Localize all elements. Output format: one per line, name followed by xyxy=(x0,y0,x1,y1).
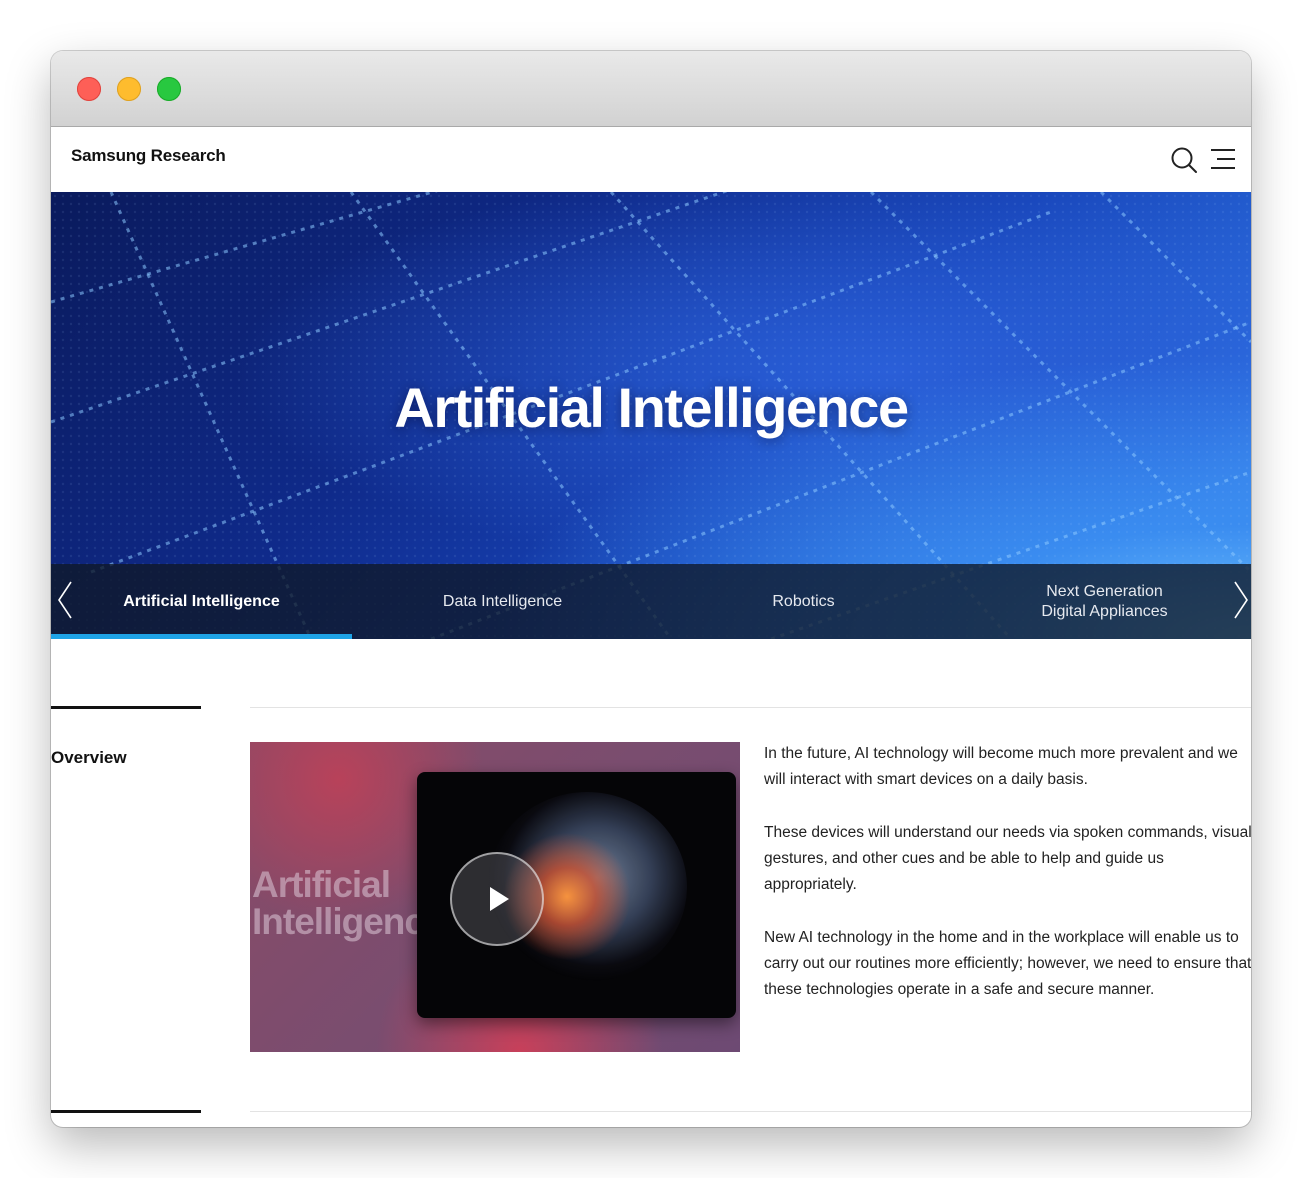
chevron-right-icon xyxy=(1234,581,1248,619)
active-tab-indicator xyxy=(51,634,352,639)
next-tab-button[interactable] xyxy=(1231,580,1251,620)
tab-robotics[interactable]: Robotics xyxy=(653,564,954,639)
menu-button[interactable] xyxy=(1209,147,1237,171)
tab-label-line1: Next Generation xyxy=(1046,582,1163,600)
video-thumbnail-text: Artificial Intelligence xyxy=(252,864,445,942)
overview-paragraph: These devices will understand our needs … xyxy=(764,824,1251,893)
section-divider-right xyxy=(250,707,1251,708)
hero-title: Artificial Intelligence xyxy=(394,376,909,439)
browser-window: Samsung Research Artificial Intelligence… xyxy=(51,51,1251,1127)
video-thumbnail-text-line2: Intelligence xyxy=(252,901,445,942)
overview-text: In the future, AI technology will become… xyxy=(764,741,1251,1030)
overview-paragraph: In the future, AI technology will become… xyxy=(764,745,1238,788)
minimize-window-button[interactable] xyxy=(117,77,141,101)
tab-label-line2: Digital Appliances xyxy=(1041,602,1168,620)
overview-paragraph: New AI technology in the home and in the… xyxy=(764,929,1251,998)
search-icon xyxy=(1171,147,1197,173)
menu-icon xyxy=(1211,149,1235,169)
play-button[interactable] xyxy=(450,852,544,946)
tab-data-intelligence[interactable]: Data Intelligence xyxy=(352,564,653,639)
tab-label: Data Intelligence xyxy=(442,592,563,610)
section-label: Overview xyxy=(51,748,127,767)
section-divider-left xyxy=(51,706,201,709)
category-tab-bar: Artificial Intelligence Data Intelligenc… xyxy=(51,564,1251,639)
overview-video[interactable]: Artificial Intelligence xyxy=(250,742,740,1052)
video-thumbnail-text-line1: Artificial xyxy=(252,864,391,905)
tab-label: Robotics xyxy=(772,592,835,610)
tab-artificial-intelligence[interactable]: Artificial Intelligence xyxy=(51,564,352,639)
site-header: Samsung Research xyxy=(51,127,1251,192)
search-button[interactable] xyxy=(1169,145,1199,175)
play-icon xyxy=(490,887,509,911)
hero-banner: Artificial Intelligence Artificial Intel… xyxy=(51,192,1251,639)
tab-next-generation-digital-appliances[interactable]: Next Generation Digital Appliances xyxy=(954,564,1251,639)
site-logo[interactable]: Samsung Research xyxy=(71,146,226,166)
close-window-button[interactable] xyxy=(77,77,101,101)
section-divider-right xyxy=(250,1111,1251,1112)
window-titlebar xyxy=(51,51,1251,127)
tab-label: Artificial Intelligence xyxy=(123,592,280,610)
section-divider-left xyxy=(51,1110,201,1113)
maximize-window-button[interactable] xyxy=(157,77,181,101)
